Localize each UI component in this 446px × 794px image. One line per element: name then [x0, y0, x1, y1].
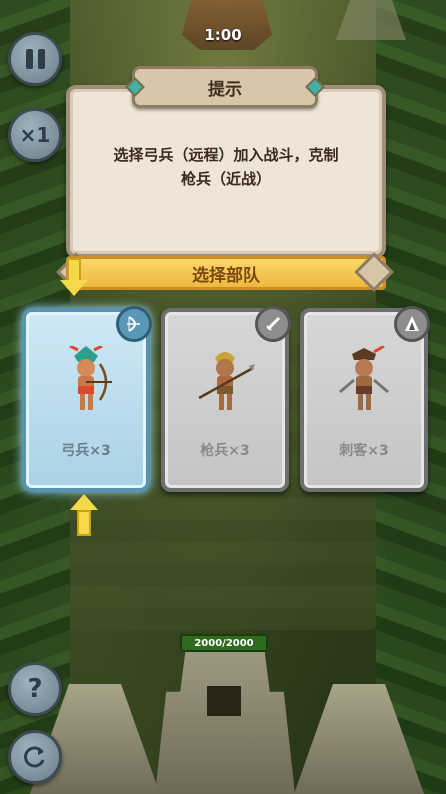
- assassin-character: [339, 346, 389, 410]
- dialog-message: 选择弓兵（远程）加入战斗，克制 枪兵（近战）: [84, 143, 368, 191]
- pause-icon: [25, 49, 45, 69]
- assassin-card[interactable]: 刺客×3: [300, 306, 430, 492]
- refresh-icon: [24, 746, 45, 768]
- select-troops-banner: 选择部队: [66, 256, 386, 290]
- spearman-card[interactable]: 枪兵×3: [161, 306, 291, 492]
- card-label: 弓兵×3: [61, 443, 111, 459]
- dialog-message-line1: 选择弓兵（远程）加入战斗，克制: [113, 146, 339, 164]
- speed-label: ×1: [19, 123, 51, 147]
- refresh-button[interactable]: [8, 730, 62, 784]
- banner-title: 选择部队: [192, 265, 260, 286]
- temple-door: [207, 686, 241, 716]
- hood-icon: [394, 306, 430, 342]
- base-hp-text: 2000/2000: [194, 637, 254, 649]
- hint-dialog: 选择弓兵（远程）加入战斗，克制 枪兵（近战）: [66, 85, 386, 258]
- dialog-title: 提示: [208, 79, 242, 100]
- bow-icon: [116, 306, 152, 342]
- speed-button[interactable]: ×1: [8, 108, 62, 162]
- spearman-character: [198, 352, 255, 410]
- sword-icon: [255, 306, 291, 342]
- dialog-title-tab: 提示: [125, 66, 325, 108]
- help-button[interactable]: ?: [8, 662, 62, 716]
- match-timer: 1:00: [204, 26, 242, 44]
- archer-card[interactable]: 弓兵×3: [22, 306, 152, 492]
- base-hp-bar: 2000/2000: [180, 634, 268, 652]
- card-label: 刺客×3: [339, 443, 389, 459]
- card-label: 枪兵×3: [200, 443, 250, 459]
- help-label: ?: [27, 674, 43, 704]
- pause-button[interactable]: [8, 32, 62, 86]
- dialog-message-line2: 枪兵（近战）: [180, 170, 271, 188]
- archer-character: [69, 346, 112, 410]
